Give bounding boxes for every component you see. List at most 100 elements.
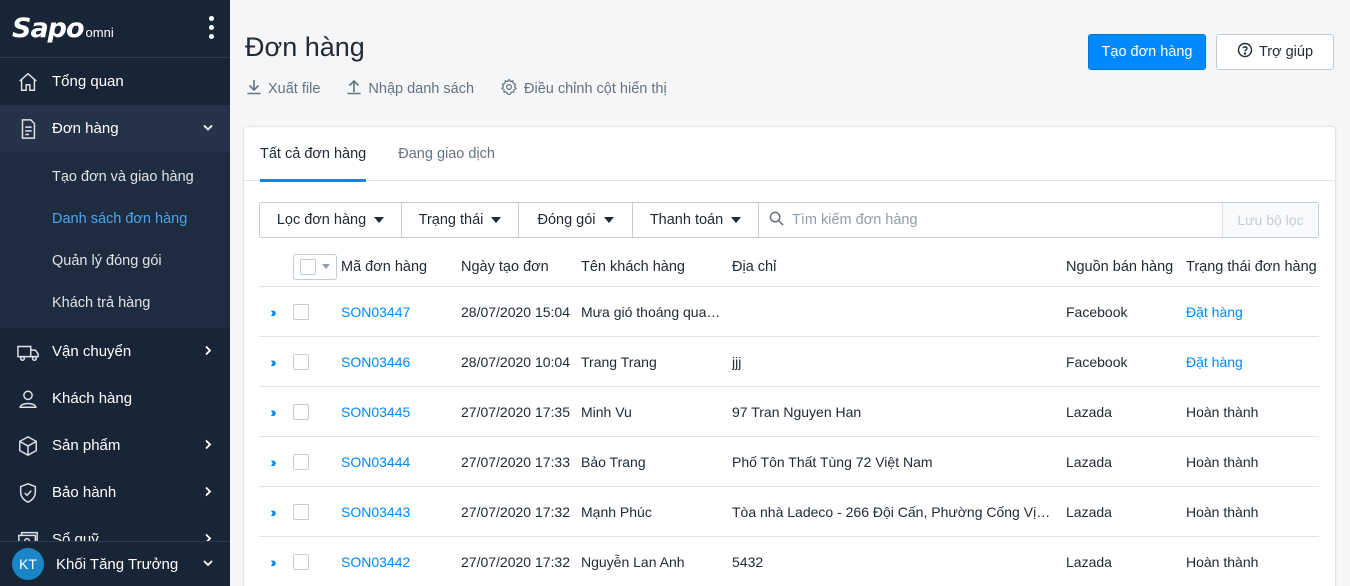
order-status[interactable]: Đặt hàng [1186,304,1319,320]
import-button[interactable]: Nhập danh sách [346,79,474,99]
sidebar-sub-create-order[interactable]: Tạo đơn và giao hàng [0,156,230,198]
page-title: Đơn hàng [245,32,365,62]
columns-settings-button[interactable]: Điều chỉnh cột hiển thị [500,78,667,100]
checkbox[interactable] [300,258,316,275]
table-row[interactable]: ›› SON03443 27/07/2020 17:32 Mạnh Phúc Tòa n… [259,487,1319,537]
order-id-link[interactable]: SON03444 [341,454,461,470]
avatar: KT [12,548,44,580]
sidebar-item-label: Vận chuyển [52,343,132,360]
order-id-link[interactable]: SON03443 [341,504,461,520]
col-header-status[interactable]: Trạng thái đơn hàng [1186,259,1319,275]
order-id-link[interactable]: SON03447 [341,304,461,320]
customer-name: Mạnh Phúc [581,503,652,520]
filter-orders-dropdown[interactable]: Lọc đơn hàng [260,203,402,237]
filter-label: Lọc đơn hàng [276,212,367,228]
col-header-date[interactable]: Ngày tạo đơn [461,259,581,275]
sidebar-item-customers[interactable]: Khách hàng [0,375,230,422]
order-id-link[interactable]: SON03446 [341,354,461,370]
search-placeholder: Tìm kiếm đơn hàng [792,212,918,228]
sidebar-item-overview[interactable]: Tổng quan [0,58,230,105]
search-input[interactable]: Tìm kiếm đơn hàng [759,203,1222,237]
payment-dropdown[interactable]: Thanh toán [633,203,759,237]
truck-icon [16,340,40,364]
caret-down-icon [322,264,330,269]
save-filter-button[interactable]: Lưu bộ lọc [1222,203,1318,237]
col-header-source[interactable]: Nguồn bán hàng [1066,259,1186,275]
profile-menu[interactable]: KT Khối Tăng Trưởng [0,541,230,586]
profile-name: Khối Tăng Trưởng [56,555,179,573]
help-button[interactable]: Trợ giúp [1216,34,1334,70]
table-row[interactable]: ›› SON03444 27/07/2020 17:33 Bảo Trang Phố T… [259,437,1319,487]
customer-name: Mưa gió thoáng qua t... [581,303,726,320]
select-all-checkbox[interactable] [293,253,337,280]
chevron-down-icon [202,556,214,573]
row-checkbox[interactable] [293,553,309,570]
order-status[interactable]: Đặt hàng [1186,354,1319,370]
expand-icon[interactable]: ›› [259,504,285,520]
order-id-link[interactable]: SON03442 [341,554,461,570]
status-label: Trạng thái [418,212,484,228]
order-date: 27/07/2020 17:32 [461,553,570,570]
customer-address: 5432 [732,553,764,570]
more-menu-icon[interactable] [209,16,214,39]
row-checkbox[interactable] [293,453,309,470]
expand-icon[interactable]: ›› [259,454,285,470]
expand-icon[interactable]: ›› [259,554,285,570]
tabs: Tất cả đơn hàng Đang giao dịch [244,127,1335,182]
caret-down-icon [491,217,502,223]
brand: Sapo omni [0,0,230,58]
order-id-link[interactable]: SON03445 [341,404,461,420]
caret-down-icon [731,217,742,223]
table-header: Mã đơn hàng Ngày tạo đơn Tên khách hàng … [259,247,1319,287]
row-checkbox[interactable] [293,403,309,420]
expand-icon[interactable]: ›› [259,354,285,370]
order-source: Lazada [1066,553,1112,570]
sidebar-item-label: Đơn hàng [52,120,119,137]
sidebar-item-products[interactable]: Sản phẩm [0,422,230,469]
sidebar-sub-packing[interactable]: Quản lý đóng gói [0,240,230,282]
chevron-down-icon [202,120,214,137]
tab-all-orders[interactable]: Tất cả đơn hàng [260,127,367,182]
col-header-address[interactable]: Địa chỉ [732,259,1066,275]
sidebar-item-warranty[interactable]: Bảo hành [0,469,230,516]
table-row[interactable]: ›› SON03442 27/07/2020 17:32 Nguyễn Lan Anh… [259,537,1319,586]
question-icon [1237,42,1253,62]
customer-name: Minh Vu [581,403,632,420]
table-row[interactable]: ›› SON03445 27/07/2020 17:35 Minh Vu 97 Tran… [259,387,1319,437]
sidebar-sub-order-list[interactable]: Danh sách đơn hàng [0,198,230,240]
sapo-logo[interactable]: Sapo [12,13,85,44]
sidebar-item-label: Bảo hành [52,484,117,501]
tab-in-progress[interactable]: Đang giao dịch [398,127,495,181]
order-date: 27/07/2020 17:35 [461,403,570,420]
expand-icon[interactable]: ›› [259,304,285,320]
expand-icon[interactable]: ›› [259,404,285,420]
chevron-right-icon [202,484,214,501]
order-source: Lazada [1066,403,1112,420]
caret-down-icon [374,217,385,223]
create-order-button[interactable]: Tạo đơn hàng [1088,34,1206,70]
order-source: Facebook [1066,353,1128,370]
export-button[interactable]: Xuất file [246,79,320,99]
table-row[interactable]: ›› SON03447 28/07/2020 15:04 Mưa gió thoáng… [259,287,1319,337]
payment-label: Thanh toán [649,212,724,228]
table-row[interactable]: ›› SON03446 28/07/2020 10:04 Trang Trang jjj… [259,337,1319,387]
row-checkbox[interactable] [293,303,309,320]
packing-label: Đóng gói [537,212,596,228]
sidebar: Sapo omni Tổng quan Đơn hàng Tạo đơn và … [0,0,230,586]
row-checkbox[interactable] [293,503,309,520]
sidebar-sub-returns[interactable]: Khách trả hàng [0,282,230,324]
shield-icon [16,481,40,505]
table-body: ›› SON03447 28/07/2020 15:04 Mưa gió thoáng… [259,287,1319,586]
col-header-name[interactable]: Tên khách hàng [581,259,732,275]
sidebar-item-shipping[interactable]: Vận chuyển [0,328,230,375]
sidebar-item-orders[interactable]: Đơn hàng [0,105,230,152]
customer-address: Phố Tôn Thất Tùng 72 Việt Nam [732,453,933,470]
order-source: Facebook [1066,303,1128,320]
col-header-id[interactable]: Mã đơn hàng [341,259,461,275]
order-icon [16,117,40,141]
status-dropdown[interactable]: Trạng thái [402,203,519,237]
row-checkbox[interactable] [293,353,309,370]
order-date: 27/07/2020 17:32 [461,503,570,520]
packing-dropdown[interactable]: Đóng gói [519,203,633,237]
order-source: Lazada [1066,503,1112,520]
